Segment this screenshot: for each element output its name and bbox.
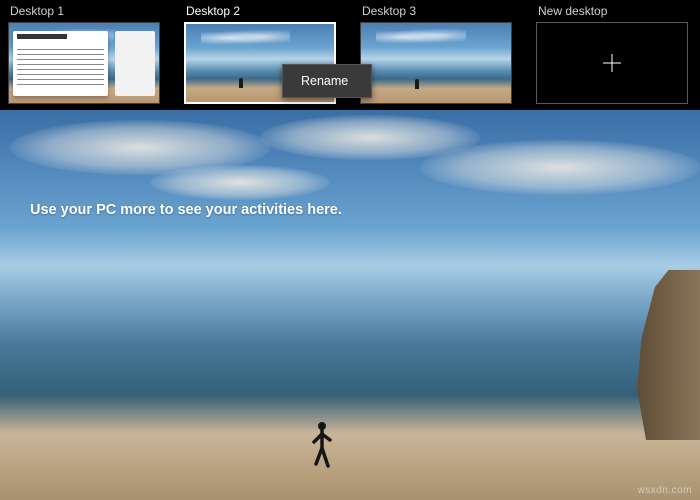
- wallpaper-rock: [610, 270, 700, 440]
- wallpaper-runner: [310, 420, 330, 470]
- watermark-text: wsxdn.com: [637, 485, 692, 496]
- rename-menu-item[interactable]: Rename: [283, 65, 371, 97]
- plus-icon: [601, 52, 623, 74]
- new-desktop-item[interactable]: New desktop: [536, 4, 688, 104]
- new-desktop-label: New desktop: [536, 4, 607, 18]
- window-preview: [13, 31, 108, 96]
- desktop-item-3[interactable]: Desktop 3: [360, 4, 512, 104]
- desktop-label: Desktop 2: [184, 4, 240, 18]
- activity-timeline-area: Use your PC more to see your activities …: [0, 110, 700, 500]
- desktop-label: Desktop 3: [360, 4, 416, 18]
- new-desktop-button[interactable]: [536, 22, 688, 104]
- wallpaper-clouds: [0, 110, 700, 286]
- desktop-context-menu: Rename: [282, 64, 372, 98]
- activity-empty-message: Use your PC more to see your activities …: [30, 202, 342, 218]
- window-preview-sidebar: [115, 31, 155, 96]
- desktop-thumbnail[interactable]: [8, 22, 160, 104]
- desktop-label: Desktop 1: [8, 4, 64, 18]
- desktop-item-1[interactable]: Desktop 1: [8, 4, 160, 104]
- desktop-thumbnail[interactable]: [360, 22, 512, 104]
